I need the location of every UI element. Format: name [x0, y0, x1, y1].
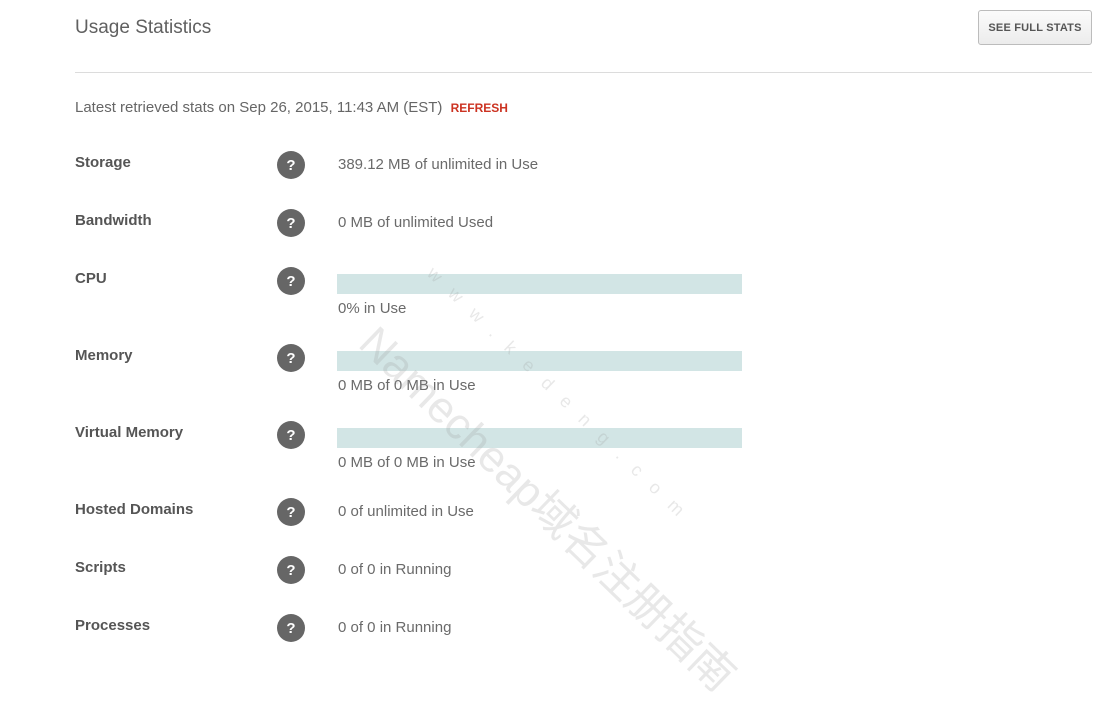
watermark-subtext: www.kedeng.com — [423, 262, 700, 531]
scripts-value: 0 of 0 in Running — [338, 561, 452, 578]
cpu-value: 0% in Use — [338, 300, 407, 317]
processes-label: Processes — [75, 617, 151, 634]
virtual-memory-usage-bar — [337, 428, 742, 448]
virtual-memory-help-icon[interactable]: ? — [277, 421, 305, 449]
cpu-usage-bar — [337, 274, 742, 294]
storage-value: 389.12 MB of unlimited in Use — [338, 156, 539, 173]
memory-value: 0 MB of 0 MB in Use — [338, 377, 476, 394]
memory-usage-bar — [337, 351, 742, 371]
memory-help-icon[interactable]: ? — [277, 344, 305, 372]
hosted-domains-label: Hosted Domains — [75, 501, 194, 518]
retrieved-stats-line: Latest retrieved stats on Sep 26, 2015, … — [75, 99, 508, 116]
hosted-domains-help-icon[interactable]: ? — [277, 498, 305, 526]
scripts-label: Scripts — [75, 559, 126, 576]
memory-label: Memory — [75, 347, 133, 364]
virtual-memory-value: 0 MB of 0 MB in Use — [338, 454, 476, 471]
scripts-help-icon[interactable]: ? — [277, 556, 305, 584]
bandwidth-help-icon[interactable]: ? — [277, 209, 305, 237]
virtual-memory-label: Virtual Memory — [75, 424, 184, 441]
processes-value: 0 of 0 in Running — [338, 619, 452, 636]
storage-label: Storage — [75, 154, 131, 171]
see-full-stats-button[interactable]: SEE FULL STATS — [978, 10, 1092, 45]
processes-help-icon[interactable]: ? — [277, 614, 305, 642]
bandwidth-value: 0 MB of unlimited Used — [338, 214, 494, 231]
cpu-label: CPU — [75, 270, 107, 287]
page-title: Usage Statistics — [75, 17, 212, 38]
bandwidth-label: Bandwidth — [75, 212, 152, 229]
cpu-help-icon[interactable]: ? — [277, 267, 305, 295]
refresh-link[interactable]: REFRESH — [451, 101, 508, 115]
page-header: Usage Statistics SEE FULL STATS — [75, 0, 1092, 73]
storage-help-icon[interactable]: ? — [277, 151, 305, 179]
hosted-domains-value: 0 of unlimited in Use — [338, 503, 474, 520]
retrieved-stats-text: Latest retrieved stats on Sep 26, 2015, … — [75, 99, 443, 116]
